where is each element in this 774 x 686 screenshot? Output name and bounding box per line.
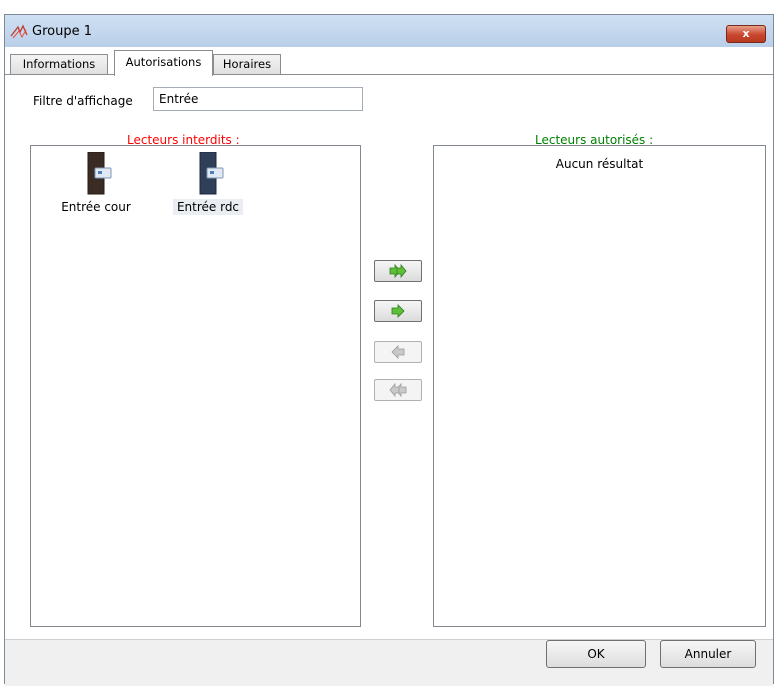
close-icon: x [742, 27, 750, 40]
reader-label: Entrée cour [61, 200, 131, 214]
forbidden-readers-list[interactable]: Entrée cour Entrée rdc [30, 145, 361, 627]
allowed-readers-list[interactable]: Aucun résultat [433, 145, 766, 627]
arrow-right-icon [391, 304, 405, 318]
move-all-left-button[interactable] [374, 379, 422, 401]
reader-item-entree-cour[interactable]: Entrée cour [41, 151, 151, 215]
double-arrow-left-icon [389, 382, 407, 398]
reader-door-dark-icon [87, 151, 112, 195]
arrow-left-icon [391, 345, 405, 359]
double-arrow-right-icon [389, 263, 407, 279]
cancel-button[interactable]: Annuler [660, 640, 756, 668]
filter-input[interactable] [153, 87, 363, 111]
filter-label: Filtre d'affichage [33, 94, 133, 108]
move-right-button[interactable] [374, 300, 422, 322]
move-all-right-button[interactable] [374, 260, 422, 282]
reader-item-entree-rdc[interactable]: Entrée rdc [153, 151, 263, 215]
window-title: Groupe 1 [32, 24, 92, 39]
close-button[interactable]: x [726, 25, 766, 43]
tab-autorisations[interactable]: Autorisations [114, 50, 213, 76]
reader-label: Entrée rdc [172, 199, 244, 215]
dialog-footer [5, 639, 773, 686]
ok-button[interactable]: OK [546, 640, 646, 668]
dialog-window: Groupe 1 x Informations Autorisations Ho… [4, 14, 774, 686]
move-left-button[interactable] [374, 341, 422, 363]
tab-informations[interactable]: Informations [10, 54, 108, 75]
title-bar[interactable]: Groupe 1 x [5, 15, 773, 47]
empty-result-text: Aucun résultat [555, 157, 644, 171]
reader-door-blue-icon [199, 151, 224, 195]
app-logo-icon [10, 24, 28, 39]
tab-horaires[interactable]: Horaires [213, 54, 281, 75]
